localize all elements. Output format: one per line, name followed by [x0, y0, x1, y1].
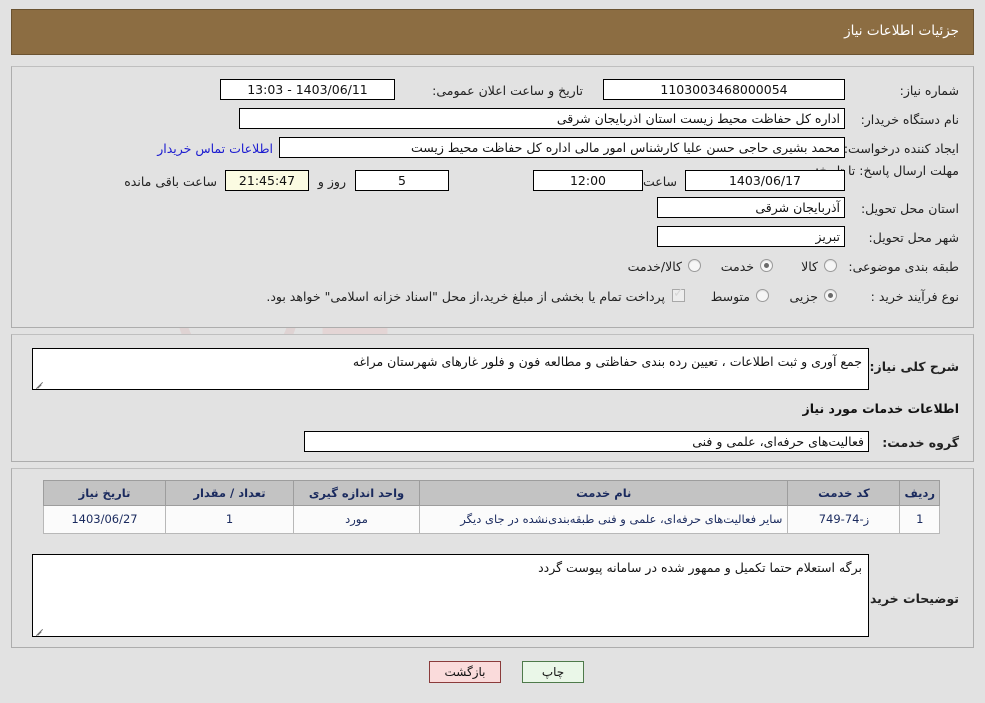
col-service-name: نام خدمت — [418, 480, 789, 506]
subject-classification-label: طبقه بندی موضوعی: — [848, 259, 959, 274]
general-desc-value: جمع آوری و ثبت اطلاعات ، تعیین رده بندی … — [352, 354, 862, 369]
radio-process-motevaset-label: متوسط — [710, 289, 750, 304]
request-creator-label: ایجاد کننده درخواست: — [843, 141, 959, 156]
delivery-city-value: تبریز — [657, 226, 845, 247]
delivery-city-label: شهر محل تحویل: — [868, 230, 959, 245]
days-left-value: 5 — [355, 170, 449, 191]
cell-row-no: 1 — [899, 505, 940, 534]
col-row-no: ردیف — [899, 480, 940, 506]
resize-grip-icon[interactable] — [35, 378, 45, 388]
deadline-date-value: 1403/06/17 — [685, 170, 845, 191]
service-group-value: فعالیت‌های حرفه‌ای، علمی و فنی — [304, 431, 869, 452]
days-and-label: روز و — [317, 174, 346, 189]
buyer-notes-value: برگه استعلام حتما تکمیل و ممهور شده در س… — [538, 560, 862, 575]
need-number-value: 1103003468000054 — [603, 79, 845, 100]
page-title: جزئیات اطلاعات نیاز — [844, 23, 959, 39]
need-description-panel: شرح کلی نیاز: جمع آوری و ثبت اطلاعات ، ت… — [11, 334, 974, 462]
resize-grip-icon-notes[interactable] — [35, 625, 45, 635]
delivery-province-label: استان محل تحویل: — [860, 201, 959, 216]
col-service-code: کد خدمت — [787, 480, 901, 506]
public-announce-label: تاریخ و ساعت اعلان عمومی: — [432, 83, 583, 98]
buyer-notes-textarea[interactable]: برگه استعلام حتما تکمیل و ممهور شده در س… — [32, 554, 869, 637]
treasury-bonds-checkbox[interactable] — [672, 286, 685, 302]
buyer-notes-label: توضیحات خریدار: — [853, 591, 959, 606]
cell-quantity: 1 — [165, 505, 294, 534]
hour-label: ساعت — [642, 174, 677, 189]
general-desc-textarea[interactable]: جمع آوری و ثبت اطلاعات ، تعیین رده بندی … — [32, 348, 869, 390]
radio-classification-khedmat-label: خدمت — [720, 259, 754, 274]
services-table-panel: ردیف کد خدمت نام خدمت واحد اندازه گیری ت… — [11, 468, 974, 648]
back-button[interactable]: بازگشت — [429, 661, 501, 683]
radio-classification-kala-khedmat[interactable] — [688, 259, 701, 272]
services-table: ردیف کد خدمت نام خدمت واحد اندازه گیری ت… — [43, 480, 940, 534]
radio-process-motevaset[interactable] — [756, 289, 769, 302]
cell-unit: مورد — [293, 505, 420, 534]
radio-classification-kala-khedmat-label: کالا/خدمت — [627, 259, 682, 274]
services-section-title: اطلاعات خدمات مورد نیاز — [802, 401, 960, 416]
hours-remaining-label: ساعت باقی مانده — [124, 174, 217, 189]
page-root: AriaTender.net جزئیات اطلاعات نیاز شماره… — [0, 0, 985, 703]
radio-process-jozi-label: جزیی — [789, 289, 818, 304]
page-title-bar: جزئیات اطلاعات نیاز — [11, 9, 974, 55]
delivery-province-value: آذربایجان شرقی — [657, 197, 845, 218]
cell-need-date: 1403/06/27 — [43, 505, 166, 534]
deadline-time-value: 12:00 — [533, 170, 643, 191]
purchase-process-label: نوع فرآیند خرید : — [870, 289, 959, 304]
table-row[interactable]: 1 ز-74-749 سایر فعالیت‌های حرفه‌ای، علمی… — [43, 505, 940, 534]
buyer-org-value: اداره کل حفاظت محیط زیست استان اذربایجان… — [239, 108, 845, 129]
radio-classification-kala[interactable] — [824, 259, 837, 272]
table-header-row: ردیف کد خدمت نام خدمت واحد اندازه گیری ت… — [43, 480, 940, 506]
need-info-panel: شماره نیاز: 1103003468000054 تاریخ و ساع… — [11, 66, 974, 328]
need-number-label: شماره نیاز: — [899, 83, 959, 98]
col-need-date: تاریخ نیاز — [43, 480, 166, 506]
general-desc-label: شرح کلی نیاز: — [869, 359, 959, 374]
request-creator-value: محمد بشیری حاجی حسن علیا کارشناس امور ما… — [279, 137, 845, 158]
public-announce-value: 1403/06/11 - 13:03 — [220, 79, 395, 100]
radio-classification-khedmat[interactable] — [760, 259, 773, 272]
countdown-timer-value: 21:45:47 — [225, 170, 309, 191]
cell-service-name: سایر فعالیت‌های حرفه‌ای، علمی و فنی طبقه… — [418, 505, 789, 534]
print-button[interactable]: چاپ — [522, 661, 584, 683]
cell-service-code: ز-74-749 — [787, 505, 901, 534]
radio-classification-kala-label: کالا — [801, 259, 818, 274]
col-quantity: تعداد / مقدار — [165, 480, 294, 506]
col-unit: واحد اندازه گیری — [293, 480, 420, 506]
buyer-org-label: نام دستگاه خریدار: — [860, 112, 959, 127]
service-group-label: گروه خدمت: — [882, 435, 959, 450]
buyer-contact-link[interactable]: اطلاعات تماس خریدار — [157, 141, 273, 156]
radio-process-jozi[interactable] — [824, 289, 837, 302]
treasury-bonds-label: پرداخت تمام یا بخشی از مبلغ خرید،از محل … — [266, 289, 665, 304]
